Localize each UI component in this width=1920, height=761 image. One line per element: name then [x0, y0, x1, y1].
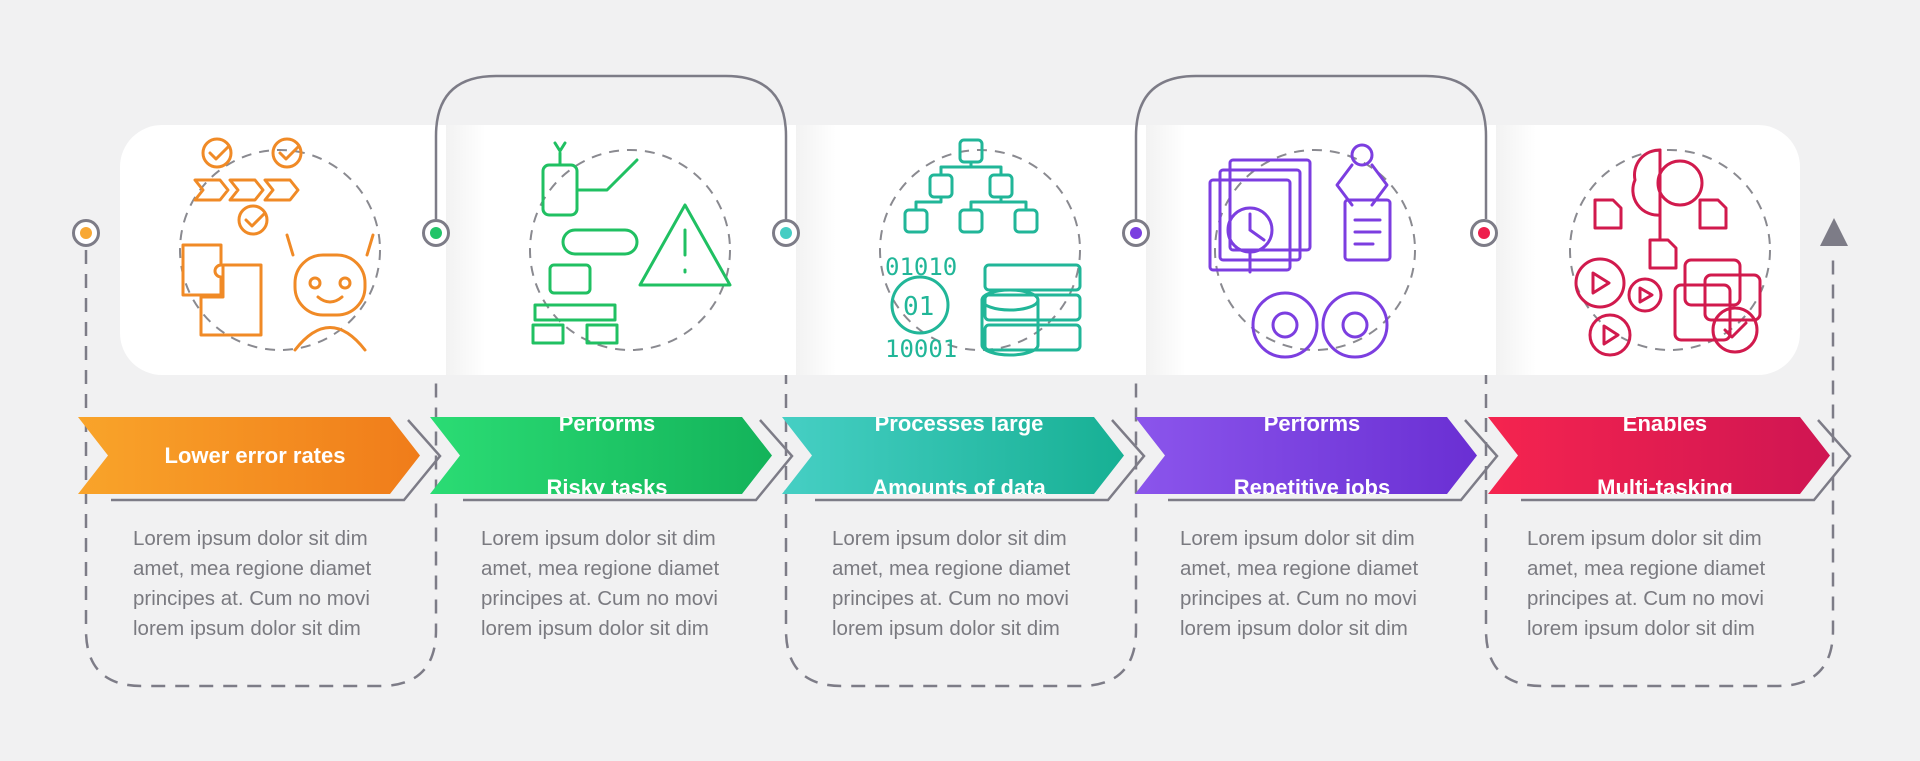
robot-head-icon	[293, 253, 367, 317]
repetitive-jobs-icon	[1208, 143, 1416, 359]
step-marker	[72, 219, 100, 247]
marker-dot	[430, 227, 442, 239]
arrow-up-icon	[1820, 218, 1848, 246]
check-circle-icon	[271, 137, 303, 169]
gear-play-icon	[1627, 277, 1663, 313]
step-description: Lorem ipsum dolor sit dim amet, mea regi…	[832, 527, 1071, 640]
robot-eye-icon	[338, 276, 352, 290]
step-banner: Enables Multi-tasking	[1488, 417, 1830, 494]
database-icon	[980, 288, 1040, 312]
check-icon	[244, 212, 266, 228]
marker-dot	[1478, 227, 1490, 239]
step-marker	[772, 219, 800, 247]
step-description: Lorem ipsum dolor sit dim amet, mea regi…	[1180, 527, 1419, 640]
rover-body-icon	[548, 263, 592, 295]
window-icon	[1703, 273, 1762, 322]
check-icon	[1723, 321, 1748, 339]
check-circle-icon	[201, 137, 233, 169]
tree-node-icon	[958, 208, 984, 234]
robot-arm-icon	[553, 141, 639, 256]
binary-icon: 01	[903, 292, 934, 322]
icon-strokes	[1208, 143, 1392, 359]
step-marker	[1470, 219, 1498, 247]
check-icon	[278, 145, 300, 161]
robot-eye-icon	[308, 276, 322, 290]
robot-details-icon	[285, 233, 375, 352]
check-circle-icon	[237, 204, 269, 236]
step-description: Lorem ipsum dolor sit dim amet, mea regi…	[1527, 527, 1766, 640]
rover-wheels-icon	[531, 303, 619, 345]
tree-node-icon	[928, 173, 954, 199]
server-icon	[983, 263, 1082, 292]
play-icon	[1638, 286, 1654, 304]
infographic: Lower error rates Lorem ipsum dolor sit …	[0, 0, 1920, 761]
icon-strokes	[181, 137, 375, 352]
warning-icon	[638, 203, 732, 287]
gear-icon	[1656, 159, 1704, 207]
tree-links-icon	[914, 160, 1028, 212]
server-icon	[983, 323, 1082, 352]
cycle-icon	[1251, 291, 1319, 359]
check-circle-icon	[1711, 306, 1759, 354]
marker-dot	[80, 227, 92, 239]
play-icon	[1602, 324, 1620, 346]
robot-arm-base-icon	[541, 163, 579, 217]
risky-tasks-robot-icon	[529, 141, 732, 351]
robot-arm-icon	[1350, 143, 1374, 167]
icon-strokes	[1574, 148, 1762, 357]
cycle-icon	[1321, 291, 1389, 359]
step-banner: Processes large Amounts of data	[782, 417, 1124, 494]
puzzle-icon	[181, 243, 263, 337]
marker-dot	[780, 227, 792, 239]
step-banner: Performs Risky tasks	[430, 417, 772, 494]
pie-chart-icon	[1248, 212, 1266, 274]
gear-play-icon	[1588, 313, 1632, 357]
step-banner: Lower error rates	[78, 417, 420, 494]
banner-title-line1: Lower error rates	[164, 442, 346, 468]
step-description: Lorem ipsum dolor sit dim amet, mea regi…	[133, 527, 372, 640]
step-description: Lorem ipsum dolor sit dim amet, mea regi…	[481, 527, 720, 640]
check-icon	[208, 145, 230, 161]
window-icon	[1683, 258, 1742, 307]
big-data-icon: 010100110001	[879, 138, 1082, 363]
process-arrows-icon	[193, 178, 300, 202]
play-icon	[1591, 271, 1611, 295]
arch-lines	[434, 74, 1488, 219]
gear-icon	[1341, 311, 1369, 339]
error-reduction-robot-icon	[179, 137, 381, 352]
report-lines-icon	[1353, 218, 1382, 246]
gear-icon	[1271, 311, 1299, 339]
gear-play-icon	[1574, 257, 1626, 309]
tree-node-icon	[988, 173, 1014, 199]
binary-icon: 10001	[885, 335, 957, 363]
multitasking-brain-icon	[1569, 148, 1771, 357]
step-banner: Performs Repetitive jobs	[1135, 417, 1477, 494]
brain-icon	[1631, 148, 1662, 217]
tree-node-icon	[1013, 208, 1039, 234]
step-marker	[422, 219, 450, 247]
icon-strokes	[531, 141, 732, 345]
report-icon	[1343, 198, 1392, 262]
tree-node-icon	[903, 208, 929, 234]
step-marker	[1122, 219, 1150, 247]
marker-dot	[1130, 227, 1142, 239]
